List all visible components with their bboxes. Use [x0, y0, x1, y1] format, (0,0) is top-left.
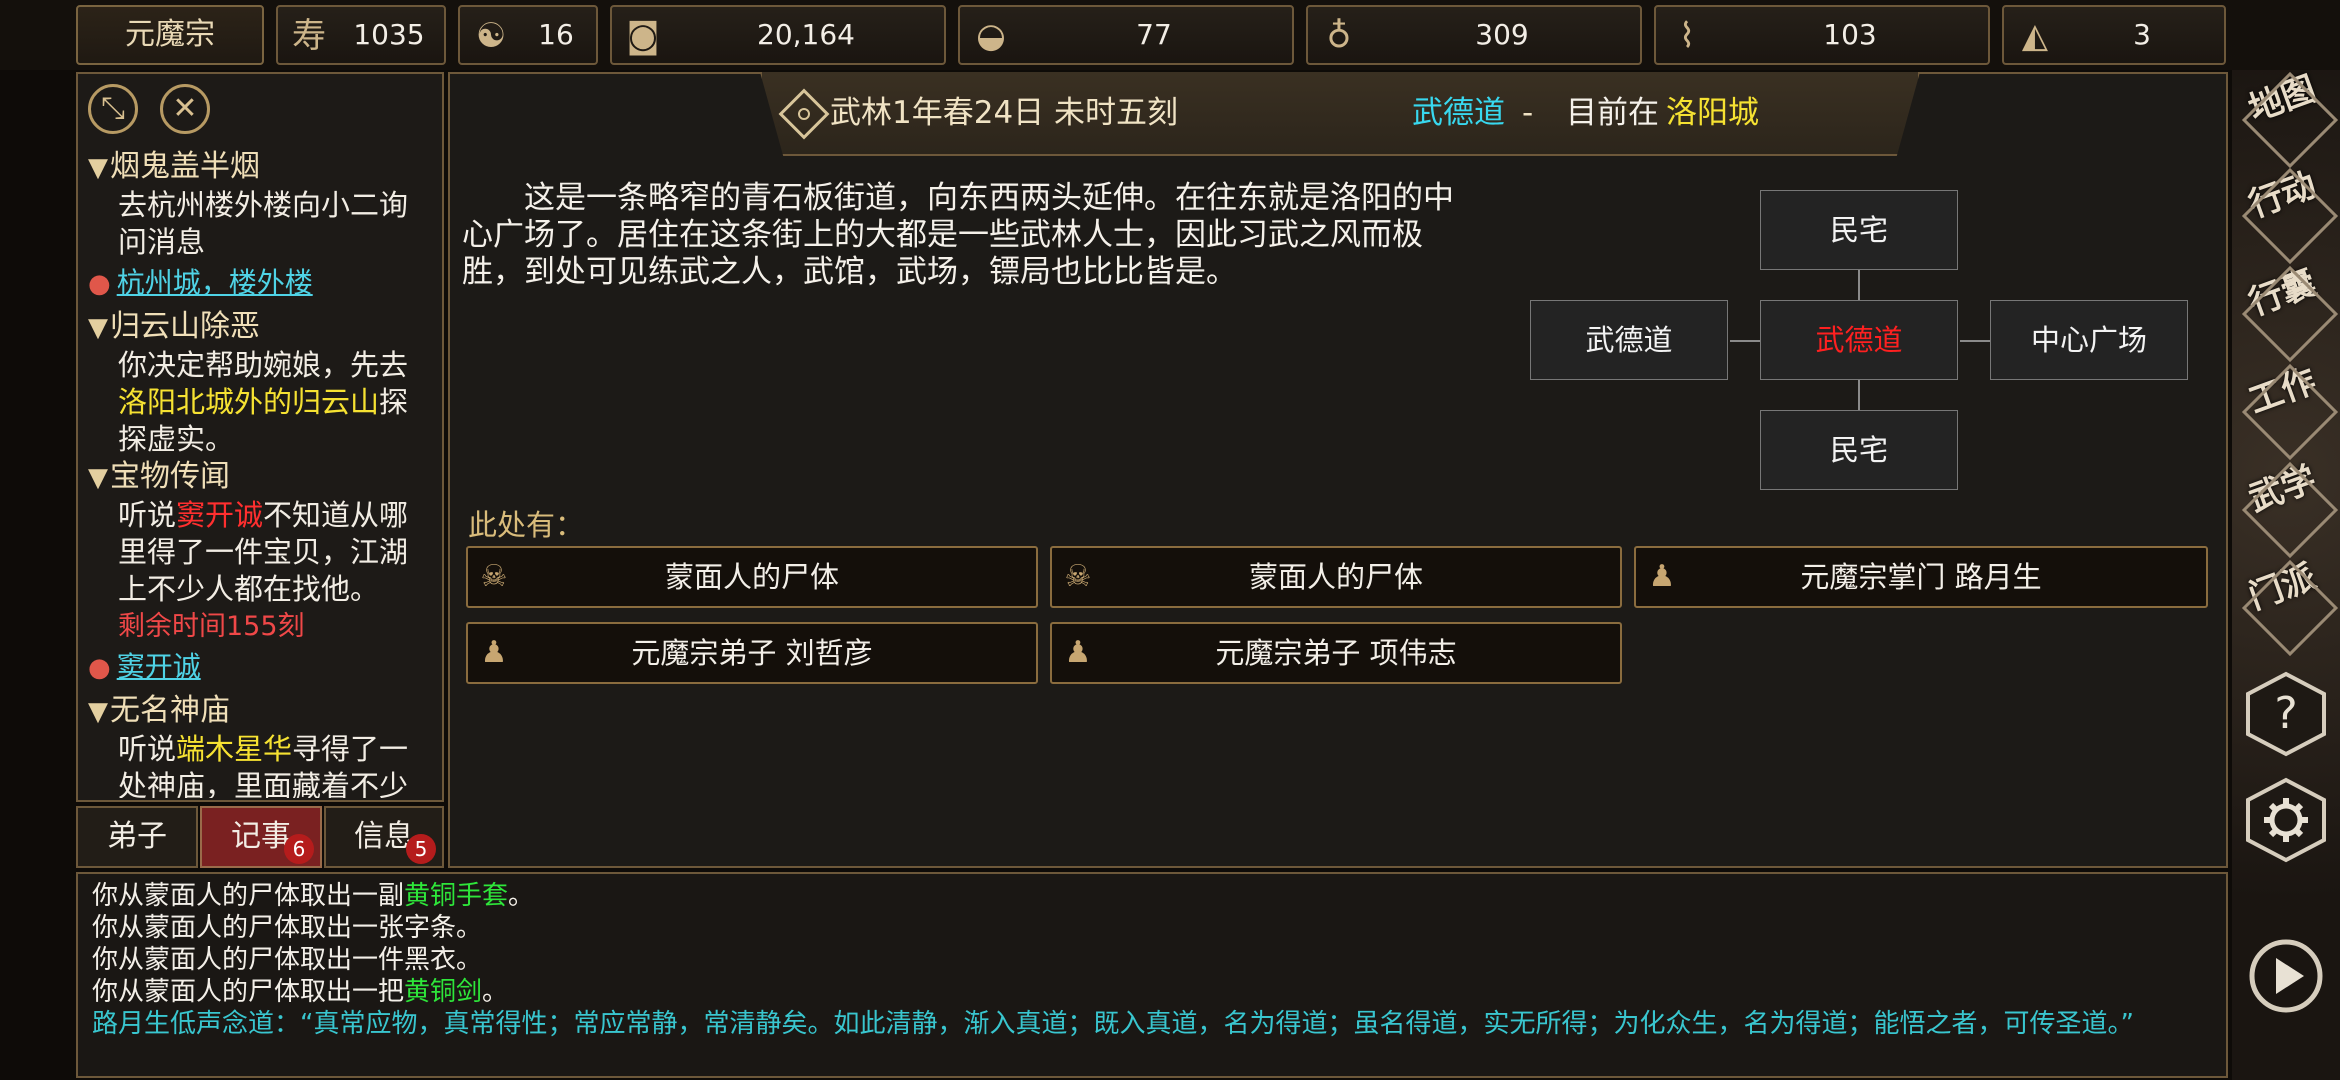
expand-triangle-icon: ▼: [88, 697, 108, 727]
sect-menu-button[interactable]: 门派: [2239, 557, 2340, 660]
quest-remaining-time: 剩余时间155刻: [118, 611, 305, 642]
map-node-east[interactable]: 中心广场: [1990, 300, 2188, 380]
sect-name[interactable]: 元魔宗: [76, 5, 264, 65]
location-pin-icon: ●: [88, 269, 111, 299]
log-line: 你从蒙面人的尸体取出一件黑衣。: [92, 945, 483, 975]
person-icon: ♟: [1064, 635, 1092, 670]
current-prefix: 目前在: [1566, 95, 1659, 131]
resource-coins[interactable]: ◙ 20,164: [610, 5, 946, 65]
entity-button[interactable]: ☠ 蒙面人的尸体: [466, 546, 1038, 608]
help-button[interactable]: ?: [2242, 670, 2330, 758]
resource-ore[interactable]: ◭ 3: [2002, 5, 2226, 65]
resource-scroll[interactable]: ⌇ 103: [1654, 5, 1990, 65]
quest-title[interactable]: ▼归云山除恶: [88, 308, 436, 347]
quest-body: 听说端木星华寻得了一处神庙，里面藏着不少: [118, 732, 409, 798]
entity-button[interactable]: ♟ 元魔宗掌门 路月生: [1634, 546, 2208, 608]
quest-title[interactable]: ▼宝物传闻: [88, 458, 436, 497]
quest-body: 去杭州楼外楼向小二询问消息: [118, 188, 409, 259]
close-icon[interactable]: ✕: [160, 84, 210, 134]
quest-title[interactable]: ▼烟鬼盖半烟: [88, 148, 436, 187]
scroll-icon: ⌇: [1678, 16, 1696, 56]
collapse-icon[interactable]: ⤡: [88, 84, 138, 134]
yin-yang-icon: ☯: [475, 16, 507, 56]
play-icon[interactable]: [2246, 936, 2326, 1016]
map-connector: [1858, 270, 1860, 302]
expand-triangle-icon: ▼: [88, 463, 108, 493]
resource-yin-yang[interactable]: ☯ 16: [458, 5, 598, 65]
resource-value: 20,164: [757, 18, 855, 51]
entity-button[interactable]: ☠ 蒙面人的尸体: [1050, 546, 1622, 608]
here-label: 此处有：: [468, 508, 585, 542]
expand-triangle-icon: ▼: [88, 313, 108, 343]
entity-button[interactable]: ♟ 元魔宗弟子 项伟志: [1050, 622, 1622, 684]
expand-triangle-icon: ▼: [88, 153, 108, 183]
resource-gourd[interactable]: ♁ 309: [1306, 5, 1642, 65]
map-connector: [1858, 380, 1860, 412]
location-header: 武林1年春24日 未时五刻 武德道 - 目前在 洛阳城: [760, 72, 1920, 156]
map-node-west[interactable]: 武德道: [1530, 300, 1728, 380]
quest-list[interactable]: ▼烟鬼盖半烟 去杭州楼外楼向小二询问消息 ● 杭州城，楼外楼 ▼归云山除恶 你决定…: [88, 148, 436, 798]
gourd-icon: ♁: [1326, 16, 1352, 56]
resource-value: 103: [1823, 18, 1877, 51]
skull-icon: ☠: [1064, 559, 1092, 594]
map-connector: [1960, 340, 1992, 342]
person-icon: ♟: [480, 635, 508, 670]
right-menu: 地图 行动 行囊 工作 武学 门派 ?: [2232, 69, 2340, 1080]
notification-badge: 5: [406, 834, 436, 864]
resource-bar: 元魔宗 寿 1035 ☯ 16 ◙ 20,164 ◒ 77 ♁ 309 ⌇ 10…: [0, 0, 2340, 70]
map-node-current: 武德道: [1760, 300, 1958, 380]
current-place: 武德道: [1412, 95, 1505, 131]
quest-body: 你决定帮助婉娘，先去洛阳北城外的归云山探探虚实。: [118, 348, 409, 456]
food-bowl-icon: ◒: [976, 16, 1006, 56]
resource-value: 3: [2133, 18, 2151, 51]
resource-value: 77: [1136, 18, 1172, 51]
coin-icon: ◙: [626, 16, 660, 56]
tab-messages[interactable]: 信息 5: [324, 806, 444, 868]
svg-text:?: ?: [2274, 688, 2297, 739]
game-date: 武林1年春24日 未时五刻: [830, 95, 1179, 131]
compass-icon: [778, 88, 830, 140]
current-city: 洛阳城: [1666, 95, 1759, 131]
resource-food[interactable]: ◒ 77: [958, 5, 1294, 65]
log-line: 你从蒙面人的尸体取出一张字条。: [92, 913, 483, 943]
log-line: 你从蒙面人的尸体取出一副黄铜手套。: [92, 881, 535, 911]
person-icon: ♟: [1648, 559, 1676, 594]
action-menu-button[interactable]: 行动: [2239, 165, 2340, 268]
message-log[interactable]: 你从蒙面人的尸体取出一副黄铜手套。 你从蒙面人的尸体取出一张字条。 你从蒙面人的…: [76, 872, 2228, 1078]
resource-value: 309: [1475, 18, 1529, 51]
location-pin-icon: ●: [88, 653, 111, 683]
map-node-north[interactable]: 民宅: [1760, 190, 1958, 270]
map-node-south[interactable]: 民宅: [1760, 410, 1958, 490]
quest-location[interactable]: ● 杭州城，楼外楼: [88, 263, 436, 304]
scene-description: 这是一条略窄的青石板街道，向东西两头延伸。在往东就是洛阳的中心广场了。居住在这条…: [462, 180, 1454, 290]
entity-button[interactable]: ♟ 元魔宗弟子 刘哲彦: [466, 622, 1038, 684]
log-chant: 路月生低声念道：“真常应物，真常得性；常应常静，常清静矣。如此清静，渐入真道；既…: [92, 1009, 2134, 1039]
skull-icon: ☠: [480, 559, 508, 594]
resource-value: 1035: [353, 18, 425, 51]
martial-arts-menu-button[interactable]: 武学: [2239, 459, 2340, 562]
resource-value: 16: [538, 18, 574, 51]
quest-location[interactable]: ● 窦开诚: [88, 647, 436, 688]
header-separator: -: [1522, 95, 1534, 131]
tab-journal[interactable]: 记事 6: [200, 806, 322, 868]
resource-longevity[interactable]: 寿 1035: [276, 5, 446, 65]
ore-icon: ◭: [2021, 16, 2049, 56]
quest-body: 听说窦开诚不知道从哪里得了一件宝贝，江湖上不少人都在找他。: [118, 498, 409, 606]
log-line: 你从蒙面人的尸体取出一把黄铜剑。: [92, 977, 509, 1007]
map-menu-button[interactable]: 地图: [2239, 69, 2340, 172]
map-connector: [1730, 340, 1762, 342]
work-menu-button[interactable]: 工作: [2239, 361, 2340, 464]
tab-disciples[interactable]: 弟子: [76, 806, 198, 868]
notification-badge: 6: [284, 834, 314, 864]
quest-title[interactable]: ▼无名神庙: [88, 692, 436, 731]
inventory-menu-button[interactable]: 行囊: [2239, 263, 2340, 366]
gear-icon[interactable]: [2242, 776, 2330, 864]
longevity-icon: 寿: [292, 16, 326, 56]
quest-panel: ⤡ ✕ ▼烟鬼盖半烟 去杭州楼外楼向小二询问消息 ● 杭州城，楼外楼 ▼归云山除恶…: [76, 72, 444, 802]
